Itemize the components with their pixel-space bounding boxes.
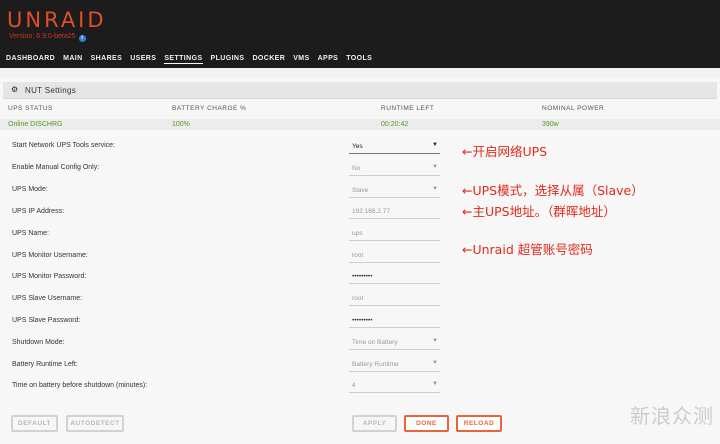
shutdown-mode-value: Time on Battery bbox=[352, 339, 398, 346]
default-button[interactable]: DEFAULT bbox=[11, 415, 58, 432]
panel-title: NUT Settings bbox=[25, 86, 77, 95]
status-header-battery: BATTERY CHARGE % bbox=[172, 105, 247, 112]
info-icon[interactable]: i bbox=[78, 35, 86, 42]
status-value-power: 390w bbox=[542, 121, 559, 128]
ups-ip-input[interactable]: 192.168.2.77 bbox=[349, 204, 440, 219]
label-start-service: Start Network UPS Tools service: bbox=[12, 142, 115, 149]
nav-plugins[interactable]: PLUGINS bbox=[211, 55, 245, 64]
ups-name-input[interactable]: ups bbox=[349, 226, 440, 241]
status-header-ups-status: UPS STATUS bbox=[8, 105, 53, 112]
label-monitor-username: UPS Monitor Username: bbox=[12, 252, 88, 259]
nav-dashboard[interactable]: DASHBOARD bbox=[6, 55, 55, 64]
slave-password-input[interactable]: ••••••••• bbox=[349, 313, 440, 328]
monitor-username-value: root bbox=[352, 252, 364, 259]
ups-name-value: ups bbox=[352, 230, 363, 237]
manual-config-select[interactable]: No ▼ bbox=[349, 161, 440, 176]
annotation-start-service: ←开启网络UPS bbox=[462, 144, 548, 159]
chevron-down-icon: ▼ bbox=[432, 142, 438, 148]
status-header-power: NOMINAL POWER bbox=[542, 105, 605, 112]
slave-password-value: ••••••••• bbox=[352, 317, 373, 324]
nav-shares[interactable]: SHARES bbox=[91, 55, 123, 64]
annotation-ups-ip: ←主UPS地址。（群晖地址） bbox=[462, 204, 616, 219]
watermark: 新浪众测 bbox=[630, 404, 714, 428]
slave-username-input[interactable]: root bbox=[349, 291, 440, 306]
ups-mode-select[interactable]: Slave ▼ bbox=[349, 183, 440, 198]
shutdown-mode-select[interactable]: Time on Battery ▼ bbox=[349, 335, 440, 350]
monitor-password-value: ••••••••• bbox=[352, 273, 373, 280]
chevron-down-icon: ▼ bbox=[432, 164, 438, 170]
status-value-ups-status: Online DISCHRG bbox=[8, 121, 63, 128]
nav-main[interactable]: MAIN bbox=[63, 55, 83, 64]
ups-ip-value: 192.168.2.77 bbox=[352, 208, 390, 215]
chevron-down-icon: ▼ bbox=[432, 360, 438, 366]
ups-mode-value: Slave bbox=[352, 187, 369, 194]
version-text: Version: 6.9.0-beta25 bbox=[9, 33, 76, 40]
start-service-value: Yes bbox=[352, 143, 363, 150]
top-bar: UNRAID Version: 6.9.0-beta25 i DASHBOARD … bbox=[0, 0, 720, 68]
nav-users[interactable]: USERS bbox=[130, 55, 156, 64]
battery-runtime-select[interactable]: Battery Runtime ▼ bbox=[349, 357, 440, 372]
main-nav: DASHBOARD MAIN SHARES USERS SETTINGS PLU… bbox=[6, 55, 380, 64]
label-time-on-battery: Time on battery before shutdown (minutes… bbox=[12, 382, 148, 389]
label-ups-mode: UPS Mode: bbox=[12, 186, 48, 193]
annotation-credentials: ←Unraid 超管账号密码 bbox=[462, 242, 593, 257]
monitor-username-input[interactable]: root bbox=[349, 248, 440, 263]
label-monitor-password: UPS Monitor Password: bbox=[12, 273, 87, 280]
nav-vms[interactable]: VMS bbox=[293, 55, 309, 64]
autodetect-button[interactable]: AUTODETECT bbox=[66, 415, 124, 432]
nav-docker[interactable]: DOCKER bbox=[252, 55, 285, 64]
time-on-battery-value: 4 bbox=[352, 382, 356, 389]
label-ups-ip: UPS IP Address: bbox=[12, 208, 65, 215]
nav-tools[interactable]: TOOLS bbox=[346, 55, 372, 64]
slave-username-value: root bbox=[352, 295, 364, 302]
label-slave-username: UPS Slave Username: bbox=[12, 295, 83, 302]
chevron-down-icon: ▼ bbox=[432, 381, 438, 387]
version-info: Version: 6.9.0-beta25 i bbox=[9, 33, 86, 42]
label-ups-name: UPS Name: bbox=[12, 230, 49, 237]
status-header-runtime: RUNTIME LEFT bbox=[381, 105, 435, 112]
label-manual-config: Enable Manual Config Only: bbox=[12, 164, 100, 171]
label-battery-runtime: Battery Runtime Left: bbox=[12, 361, 78, 368]
status-row bbox=[0, 119, 720, 130]
apply-button[interactable]: APPLY bbox=[352, 415, 397, 432]
battery-runtime-value: Battery Runtime bbox=[352, 361, 399, 368]
annotation-ups-mode: ←UPS模式，选择从属（Slave） bbox=[462, 183, 644, 198]
label-shutdown-mode: Shutdown Mode: bbox=[12, 339, 65, 346]
time-on-battery-select[interactable]: 4 ▼ bbox=[349, 378, 440, 393]
chevron-down-icon: ▼ bbox=[432, 338, 438, 344]
label-slave-password: UPS Slave Password: bbox=[12, 317, 81, 324]
gear-icon: ⚙ bbox=[11, 85, 19, 94]
status-value-runtime: 00:20:42 bbox=[381, 121, 409, 128]
brand-logo[interactable]: UNRAID bbox=[7, 8, 107, 32]
reload-button[interactable]: RELOAD bbox=[456, 415, 502, 432]
panel-header: ⚙ NUT Settings bbox=[3, 82, 717, 99]
status-value-battery: 100% bbox=[172, 121, 190, 128]
nav-apps[interactable]: APPS bbox=[318, 55, 339, 64]
start-service-select[interactable]: Yes ▼ bbox=[349, 139, 440, 154]
manual-config-value: No bbox=[352, 165, 361, 172]
chevron-down-icon: ▼ bbox=[432, 186, 438, 192]
done-button[interactable]: DONE bbox=[404, 415, 449, 432]
monitor-password-input[interactable]: ••••••••• bbox=[349, 269, 440, 284]
nav-settings[interactable]: SETTINGS bbox=[164, 55, 203, 64]
